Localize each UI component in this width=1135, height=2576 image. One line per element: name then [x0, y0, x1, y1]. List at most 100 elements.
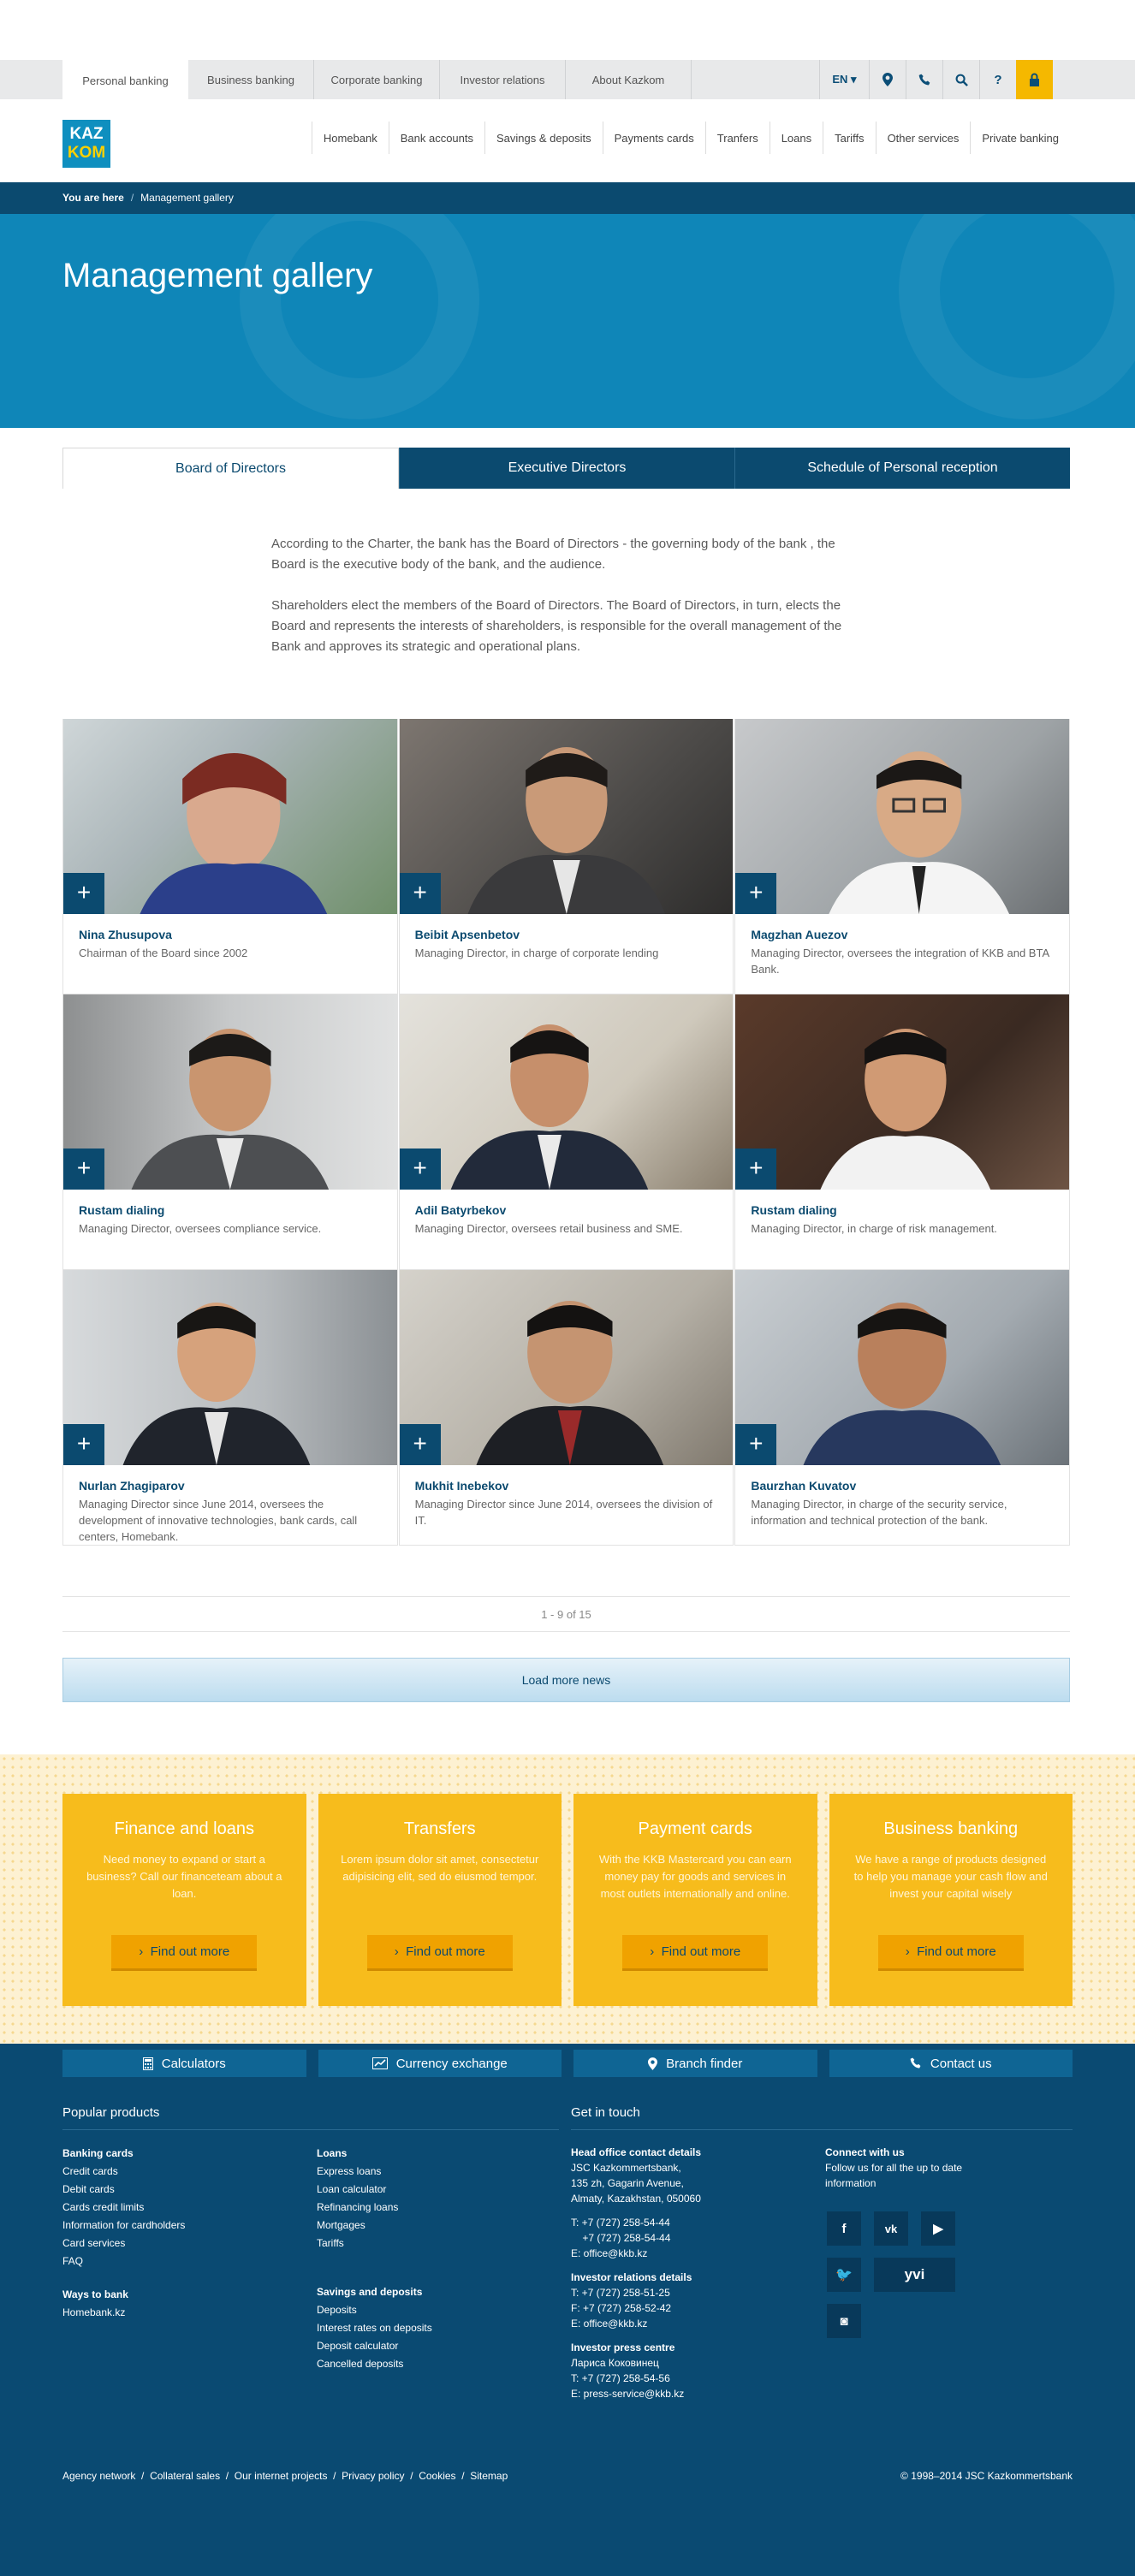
person-card[interactable]: + Magzhan Auezov Managing Director, over… — [734, 719, 1070, 994]
kazkom-logo[interactable]: KAZ KOM — [62, 120, 110, 168]
person-card[interactable]: + Rustam dialing Managing Director, over… — [62, 994, 398, 1270]
footer-link[interactable]: FAQ — [62, 2253, 294, 2270]
person-card[interactable]: + Mukhit Inebekov Managing Director sinc… — [398, 1270, 734, 1546]
footer-link[interactable]: Interest rates on deposits — [317, 2319, 548, 2337]
person-photo[interactable]: + — [735, 994, 1069, 1190]
person-name[interactable]: Beibit Apsenbetov — [415, 928, 734, 941]
footer-link[interactable]: Express loans — [317, 2163, 548, 2181]
footer-link[interactable]: Information for cardholders — [62, 2217, 294, 2235]
nav-loans[interactable]: Loans — [769, 122, 823, 154]
youtube-icon[interactable]: ▶ — [921, 2211, 955, 2246]
twitter-icon[interactable]: 🐦 — [827, 2258, 861, 2292]
facebook-icon[interactable]: f — [827, 2211, 861, 2246]
nav-transfers[interactable]: Tranfers — [704, 122, 770, 154]
footer-link-collateral-sales[interactable]: Collateral sales — [150, 2470, 220, 2482]
expand-button[interactable]: + — [735, 1149, 777, 1190]
search-icon[interactable] — [942, 60, 979, 99]
phone-icon[interactable] — [906, 60, 942, 99]
footer-link[interactable]: Deposits — [317, 2301, 548, 2319]
footer-link[interactable]: Cancelled deposits — [317, 2355, 548, 2373]
language-selector[interactable]: EN ▾ — [819, 60, 869, 99]
footer-link[interactable]: Refinancing loans — [317, 2199, 548, 2217]
find-out-more-button[interactable]: › Find out more — [877, 1935, 1024, 1971]
help-icon[interactable]: ? — [979, 60, 1016, 99]
footer-link[interactable]: Mortgages — [317, 2217, 548, 2235]
calculators-button[interactable]: Calculators — [62, 2050, 306, 2077]
branch-finder-button[interactable]: Branch finder — [573, 2050, 817, 2077]
expand-button[interactable]: + — [399, 873, 441, 914]
contact-email[interactable]: E: press-service@kkb.kz — [571, 2386, 802, 2401]
person-name[interactable]: Nina Zhusupova — [79, 928, 397, 941]
person-card[interactable]: + Rustam dialing Managing Director, in c… — [734, 994, 1070, 1270]
footer-link-agency-network[interactable]: Agency network — [62, 2470, 135, 2482]
expand-button[interactable]: + — [399, 1149, 441, 1190]
nav-homebank[interactable]: Homebank — [311, 122, 389, 154]
nav-savings-deposits[interactable]: Savings & deposits — [484, 122, 603, 154]
person-photo[interactable]: + — [63, 719, 397, 914]
footer-link[interactable]: Deposit calculator — [317, 2337, 548, 2355]
expand-button[interactable]: + — [63, 1424, 104, 1465]
tab-executive-directors[interactable]: Executive Directors — [399, 448, 734, 489]
contact-us-button[interactable]: Contact us — [829, 2050, 1073, 2077]
instagram-icon[interactable]: ◙ — [827, 2304, 861, 2338]
expand-button[interactable]: + — [399, 1424, 441, 1465]
person-card[interactable]: + Nina Zhusupova Chairman of the Board s… — [62, 719, 398, 994]
contact-email[interactable]: E: office@kkb.kz — [571, 2246, 802, 2261]
tab-corporate-banking[interactable]: Corporate banking — [314, 60, 440, 99]
person-card[interactable]: + Baurzhan Kuvatov Managing Director, in… — [734, 1270, 1070, 1546]
nav-payments-cards[interactable]: Payments cards — [602, 122, 705, 154]
contact-email[interactable]: E: office@kkb.kz — [571, 2316, 802, 2331]
person-photo[interactable]: + — [735, 1270, 1069, 1465]
currency-exchange-button[interactable]: Currency exchange — [318, 2050, 562, 2077]
find-out-more-button[interactable]: › Find out more — [111, 1935, 258, 1971]
person-photo[interactable]: + — [399, 1270, 734, 1465]
footer-link-internet-projects[interactable]: Our internet projects — [235, 2470, 328, 2482]
footer-link[interactable]: Debit cards — [62, 2181, 294, 2199]
person-card[interactable]: + Nurlan Zhagiparov Managing Director si… — [62, 1270, 398, 1546]
yvi-icon[interactable]: yvi — [874, 2258, 955, 2292]
tab-about-kazkom[interactable]: About Kazkom — [566, 60, 692, 99]
person-name[interactable]: Baurzhan Kuvatov — [751, 1479, 1069, 1493]
nav-tariffs[interactable]: Tariffs — [823, 122, 875, 154]
footer-link-cookies[interactable]: Cookies — [419, 2470, 455, 2482]
tab-personal-banking[interactable]: Personal banking — [62, 60, 188, 101]
location-pin-icon[interactable] — [869, 60, 906, 99]
footer-link[interactable]: Credit cards — [62, 2163, 294, 2181]
person-name[interactable]: Mukhit Inebekov — [415, 1479, 734, 1493]
nav-private-banking[interactable]: Private banking — [970, 122, 1070, 154]
load-more-button[interactable]: Load more news — [62, 1658, 1070, 1702]
person-name[interactable]: Nurlan Zhagiparov — [79, 1479, 397, 1493]
expand-button[interactable]: + — [63, 873, 104, 914]
expand-button[interactable]: + — [735, 1424, 777, 1465]
find-out-more-button[interactable]: › Find out more — [366, 1935, 513, 1971]
person-name[interactable]: Adil Batyrbekov — [415, 1203, 734, 1217]
person-name[interactable]: Magzhan Auezov — [751, 928, 1069, 941]
person-photo[interactable]: + — [735, 719, 1069, 914]
person-card[interactable]: + Beibit Apsenbetov Managing Director, i… — [398, 719, 734, 994]
person-name[interactable]: Rustam dialing — [79, 1203, 397, 1217]
find-out-more-button[interactable]: › Find out more — [622, 1935, 769, 1971]
nav-bank-accounts[interactable]: Bank accounts — [388, 122, 484, 154]
nav-other-services[interactable]: Other services — [875, 122, 971, 154]
person-name[interactable]: Rustam dialing — [751, 1203, 1069, 1217]
tab-board-of-directors[interactable]: Board of Directors — [62, 448, 399, 489]
person-photo[interactable]: + — [399, 719, 734, 914]
expand-button[interactable]: + — [63, 1149, 104, 1190]
tab-business-banking[interactable]: Business banking — [188, 60, 314, 99]
footer-link[interactable]: Card services — [62, 2235, 294, 2253]
lock-icon[interactable] — [1016, 60, 1053, 99]
vk-icon[interactable]: vk — [874, 2211, 908, 2246]
person-photo[interactable]: + — [63, 1270, 397, 1465]
person-photo[interactable]: + — [399, 994, 734, 1190]
footer-link[interactable]: Homebank.kz — [62, 2304, 294, 2322]
tab-investor-relations[interactable]: Investor relations — [440, 60, 566, 99]
footer-link[interactable]: Tariffs — [317, 2235, 548, 2253]
footer-link-privacy-policy[interactable]: Privacy policy — [342, 2470, 404, 2482]
person-card[interactable]: + Adil Batyrbekov Managing Director, ove… — [398, 994, 734, 1270]
footer-link-sitemap[interactable]: Sitemap — [470, 2470, 508, 2482]
footer-link[interactable]: Cards credit limits — [62, 2199, 294, 2217]
person-photo[interactable]: + — [63, 994, 397, 1190]
expand-button[interactable]: + — [735, 873, 777, 914]
tab-schedule-reception[interactable]: Schedule of Personal reception — [734, 448, 1070, 489]
footer-link[interactable]: Loan calculator — [317, 2181, 548, 2199]
